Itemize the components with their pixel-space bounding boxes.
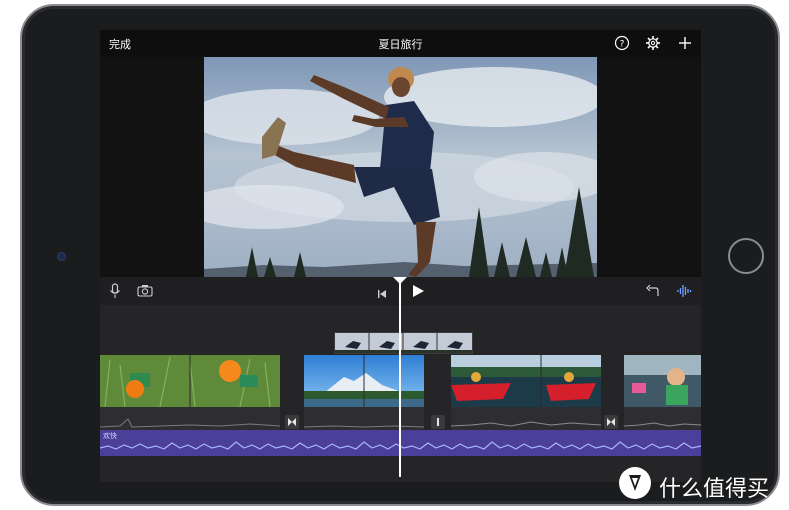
transition-2[interactable] [431, 415, 445, 429]
project-title: 夏日旅行 [378, 38, 423, 51]
playhead[interactable] [399, 277, 401, 477]
preview-viewer [100, 57, 701, 277]
add-plus-icon[interactable] [677, 35, 693, 51]
clip-audio-3 [450, 407, 602, 430]
play-icon[interactable] [412, 284, 425, 303]
undo-icon[interactable] [645, 284, 659, 302]
transition-1[interactable] [285, 415, 299, 429]
camera-icon[interactable] [137, 284, 153, 302]
home-button[interactable] [728, 238, 764, 274]
microphone-icon[interactable] [109, 283, 121, 304]
watermark-text: 什么值得买 [659, 477, 770, 502]
clip-mountain-lake[interactable] [304, 355, 424, 407]
playhead-marker[interactable] [393, 277, 407, 284]
top-bar: 完成 夏日旅行 ? [100, 30, 701, 57]
clip-kids-frisbee[interactable] [100, 355, 280, 407]
preview-image-kid-kicking [204, 57, 597, 277]
skip-to-start-icon[interactable] [377, 286, 387, 304]
settings-gear-icon[interactable] [645, 35, 661, 51]
clip-audio-4 [623, 407, 701, 430]
svg-text:?: ? [620, 40, 625, 50]
imovie-screen: 完成 夏日旅行 ? 欢快 [100, 30, 701, 482]
transition-3[interactable] [604, 415, 618, 429]
clip-kid-in-car[interactable] [624, 355, 701, 407]
clip-audio-1 [100, 407, 281, 430]
front-camera [58, 253, 65, 260]
clip-audio-2 [303, 407, 425, 430]
help-icon[interactable]: ? [614, 35, 630, 51]
audio-waveform-icon[interactable] [676, 283, 692, 304]
watermark: 什么值得买 [619, 467, 779, 502]
cutaway-clip-kick[interactable] [334, 332, 473, 354]
watermark-logo [619, 467, 651, 499]
clip-red-canoe[interactable] [451, 355, 601, 407]
